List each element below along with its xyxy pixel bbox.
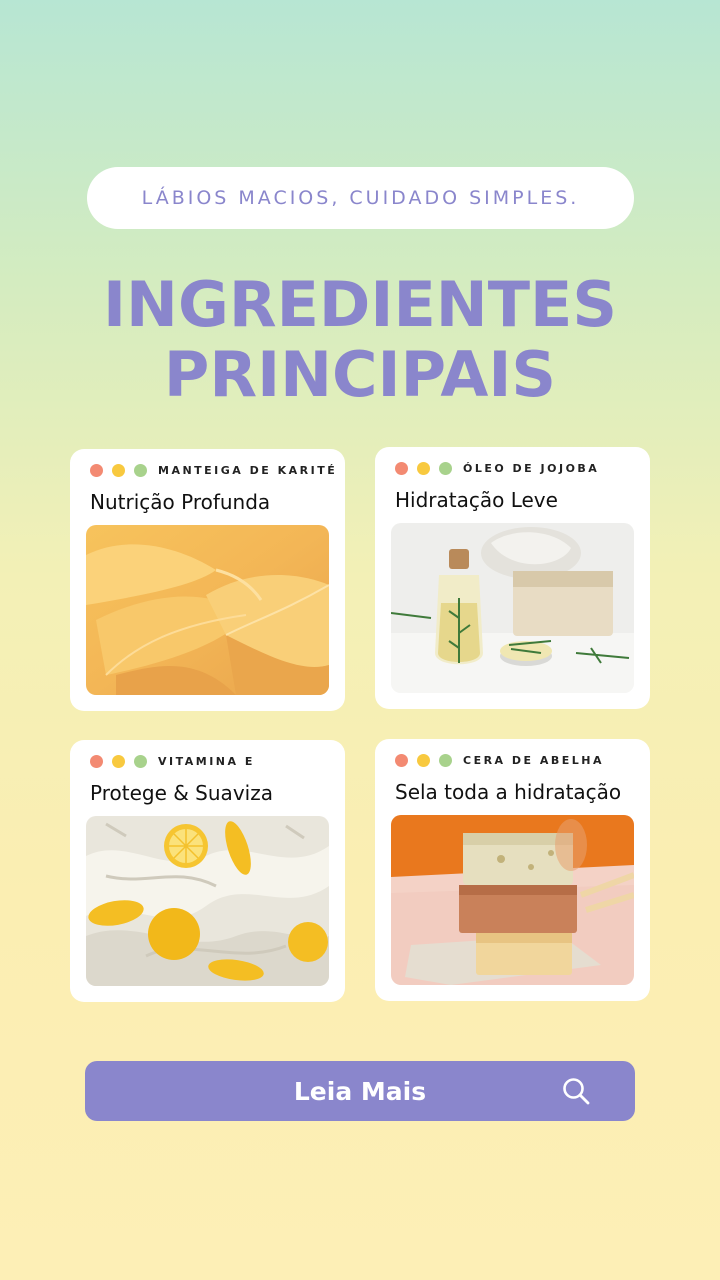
dot-green: [439, 462, 452, 475]
dot-green: [439, 754, 452, 767]
window-dots: [395, 754, 461, 767]
jojoba-oil-image: [391, 523, 634, 693]
window-dots: [90, 755, 156, 768]
dot-yellow: [417, 754, 430, 767]
tagline-text: LÁBIOS MACIOS, CUIDADO SIMPLES.: [141, 187, 580, 209]
shea-butter-image: [86, 525, 329, 695]
ingredient-card-vitamin-e[interactable]: VITAMINA E Protege & Suaviza: [70, 740, 345, 1002]
dot-green: [134, 464, 147, 477]
dot-red: [395, 754, 408, 767]
card-heading: Nutrição Profunda: [90, 490, 271, 514]
card-label: MANTEIGA DE KARITÉ: [158, 464, 338, 477]
window-dots: [395, 462, 461, 475]
dot-yellow: [417, 462, 430, 475]
dot-yellow: [112, 755, 125, 768]
vitamin-e-image: [86, 816, 329, 986]
page-title: INGREDIENTES PRINCIPAIS: [0, 270, 720, 410]
card-label: CERA DE ABELHA: [463, 754, 605, 767]
dot-red: [90, 464, 103, 477]
card-heading: Sela toda a hidratação: [395, 780, 622, 804]
beeswax-image: [391, 815, 634, 985]
search-icon: [561, 1076, 591, 1106]
dot-red: [395, 462, 408, 475]
card-label: VITAMINA E: [158, 755, 255, 768]
dot-red: [90, 755, 103, 768]
card-heading: Hidratação Leve: [395, 488, 558, 512]
dot-green: [134, 755, 147, 768]
ingredient-card-shea-butter[interactable]: MANTEIGA DE KARITÉ Nutrição Profunda: [70, 449, 345, 711]
page-title-line-1: INGREDIENTES: [102, 268, 617, 341]
window-dots: [90, 464, 156, 477]
ingredient-card-beeswax[interactable]: CERA DE ABELHA Sela toda a hidratação: [375, 739, 650, 1001]
ingredient-card-jojoba-oil[interactable]: ÓLEO DE JOJOBA Hidratação Leve: [375, 447, 650, 709]
page-title-line-2: PRINCIPAIS: [163, 338, 557, 411]
read-more-button[interactable]: Leia Mais: [85, 1061, 635, 1121]
card-label: ÓLEO DE JOJOBA: [463, 462, 600, 475]
card-heading: Protege & Suaviza: [90, 781, 273, 805]
read-more-label: Leia Mais: [293, 1076, 427, 1106]
tagline-pill: LÁBIOS MACIOS, CUIDADO SIMPLES.: [87, 167, 634, 229]
dot-yellow: [112, 464, 125, 477]
